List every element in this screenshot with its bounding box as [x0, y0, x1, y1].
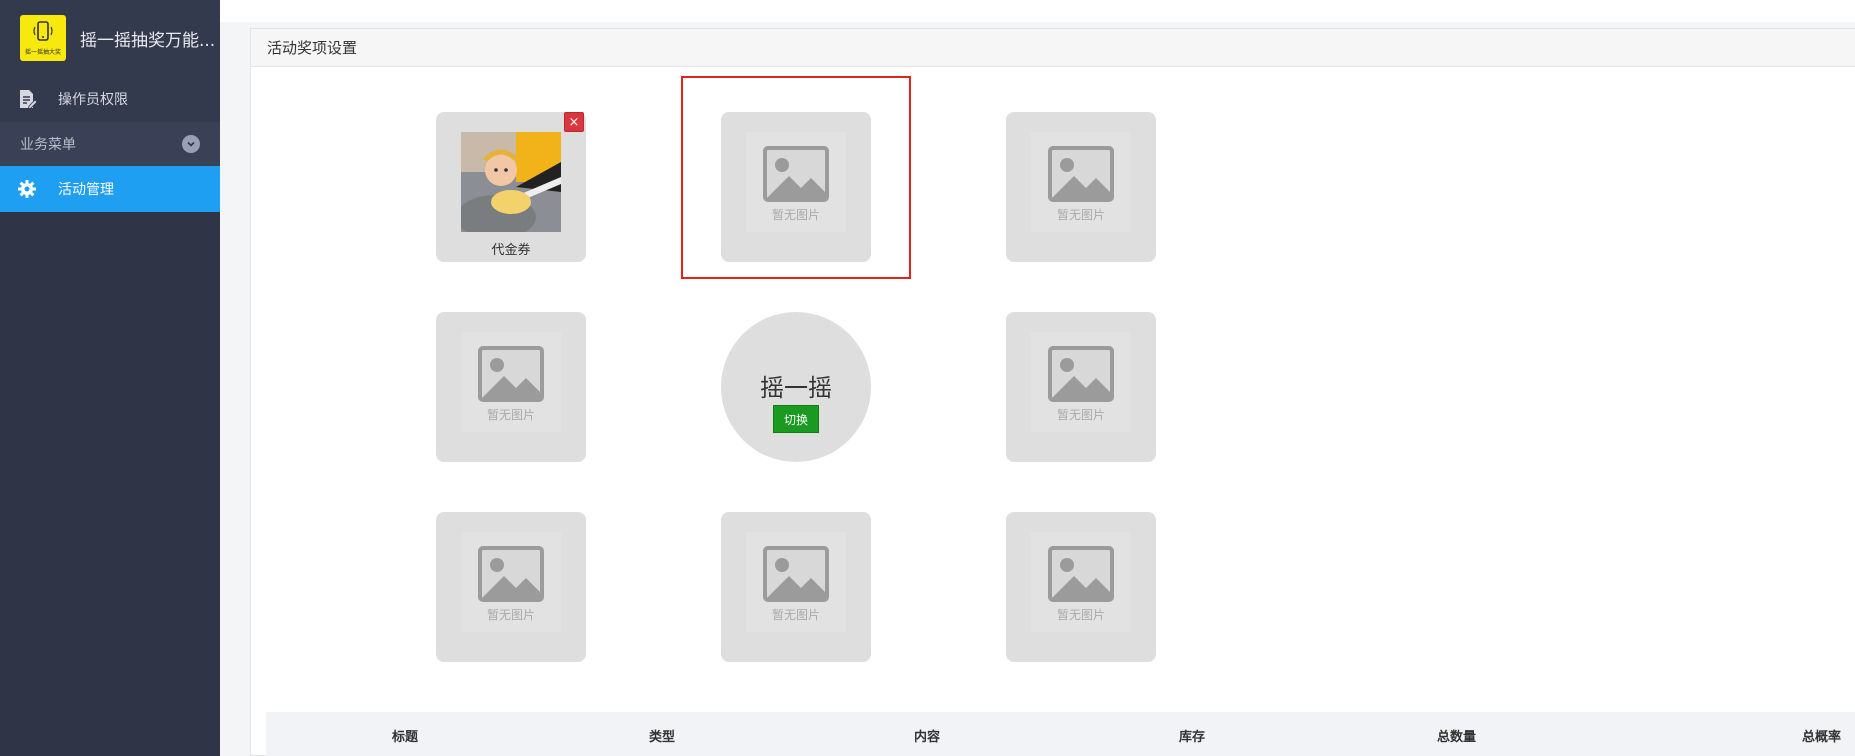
column-header-type: 类型: [649, 730, 676, 745]
placeholder-text: 暂无图片: [486, 608, 535, 622]
logo-bar: 摇一摇抽大奖 摇一摇抽奖万能...: [0, 0, 220, 76]
image-icon: [478, 346, 544, 402]
placeholder-text: 暂无图片: [1056, 608, 1105, 622]
logo-text: 摇一摇抽大奖: [24, 49, 61, 56]
column-header-total-quantity: 总数量: [1437, 730, 1477, 745]
placeholder-text: 暂无图片: [1056, 408, 1105, 422]
chevron-down-icon: [182, 135, 200, 153]
prize-table-header: 标题 类型 内容 库存 总数量 总概率: [266, 712, 1855, 756]
prize-tile-1[interactable]: 代金券 ×: [436, 112, 586, 262]
shake-center: 摇一摇 切换: [721, 312, 871, 462]
placeholder-text: 暂无图片: [1056, 208, 1105, 222]
image-icon: [1048, 346, 1114, 402]
gear-icon: [18, 180, 36, 198]
image-placeholder: 暂无图片: [1031, 332, 1131, 432]
phone-icon: [33, 21, 53, 41]
image-placeholder: 暂无图片: [746, 532, 846, 632]
column-header-stock: 库存: [1179, 730, 1206, 745]
delete-button[interactable]: ×: [564, 112, 584, 132]
image-placeholder: 暂无图片: [461, 332, 561, 432]
prize-tile-9[interactable]: 暂无图片: [1006, 512, 1156, 662]
sidebar-item-operator-permissions[interactable]: 操作员权限: [0, 76, 220, 122]
column-header-total-probability: 总概率: [1802, 730, 1842, 745]
prize-tile-7[interactable]: 暂无图片: [436, 512, 586, 662]
sidebar-item-label: 操作员权限: [58, 92, 128, 108]
app-logo: 摇一摇抽大奖: [20, 15, 66, 61]
image-placeholder: 暂无图片: [1031, 532, 1131, 632]
sidebar-group-business-menu[interactable]: 业务菜单: [0, 122, 220, 166]
sidebar-group-label: 业务菜单: [20, 137, 76, 153]
shake-title: 摇一摇: [760, 374, 832, 402]
prize-tile-8[interactable]: 暂无图片: [721, 512, 871, 662]
top-bar: [220, 0, 1855, 22]
image-icon: [1048, 146, 1114, 202]
sidebar-item-label: 活动管理: [58, 182, 114, 198]
sidebar: 摇一摇抽大奖 摇一摇抽奖万能... 操作员权限 业务菜单 活动管理: [0, 0, 220, 756]
prize-tile-4[interactable]: 暂无图片: [436, 312, 586, 462]
column-header-content: 内容: [914, 730, 941, 745]
image-icon: [763, 546, 829, 602]
switch-button[interactable]: 切换: [773, 405, 819, 433]
placeholder-text: 暂无图片: [771, 608, 820, 622]
selection-highlight: [681, 76, 911, 279]
app-title: 摇一摇抽奖万能...: [80, 30, 216, 51]
image-placeholder: 暂无图片: [461, 532, 561, 632]
prize-label: 代金券: [491, 243, 531, 258]
prize-photo: [461, 132, 561, 232]
image-placeholder: 暂无图片: [1031, 132, 1131, 232]
panel-title: 活动奖项设置: [251, 29, 1855, 67]
placeholder-text: 暂无图片: [486, 408, 535, 422]
sidebar-item-activity-management[interactable]: 活动管理: [0, 166, 220, 212]
document-edit-icon: [20, 90, 38, 110]
prize-tile-6[interactable]: 暂无图片: [1006, 312, 1156, 462]
image-icon: [478, 546, 544, 602]
prize-tile-3[interactable]: 暂无图片: [1006, 112, 1156, 262]
image-icon: [1048, 546, 1114, 602]
column-header-title: 标题: [392, 730, 419, 745]
